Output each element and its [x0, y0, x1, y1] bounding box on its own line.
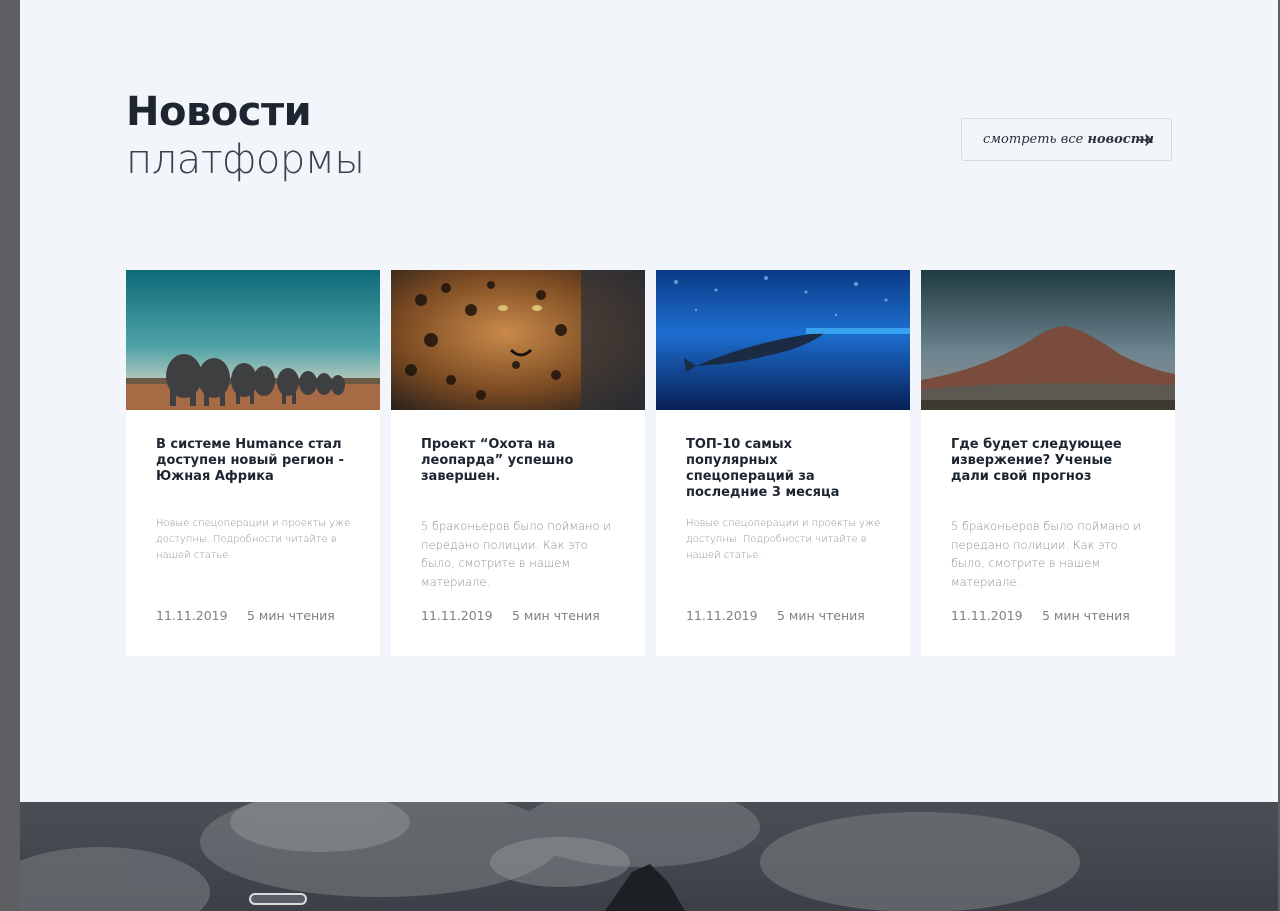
card-title: Проект “Охота на леопарда” успешно завер…	[421, 437, 574, 484]
hero-section	[20, 802, 1278, 911]
news-card[interactable]: Где будет следующее извержение? Ученые д…	[921, 270, 1175, 656]
news-section: Новости платформы смотреть все новости В…	[20, 0, 1278, 802]
view-all-prefix: смотреть все	[983, 132, 1088, 147]
news-card[interactable]: В системе Humance стал доступен новый ре…	[126, 270, 380, 656]
elephants-image	[126, 270, 380, 410]
news-card[interactable]: ТОП-10 самых популярных спецопераций за …	[656, 270, 910, 656]
card-date: 11.11.2019	[686, 608, 758, 623]
card-description: 5 браконьеров было поймано и передано по…	[951, 519, 1141, 589]
card-meta: 11.11.2019 5 мин чтения	[951, 608, 1130, 623]
card-meta: 11.11.2019 5 мин чтения	[156, 608, 335, 623]
card-date: 11.11.2019	[421, 608, 493, 623]
card-description: Новые спецоперации и проекты уже доступн…	[156, 518, 351, 561]
card-title: Где будет следующее извержение? Ученые д…	[951, 437, 1122, 484]
card-title: ТОП-10 самых популярных спецопераций за …	[686, 437, 840, 500]
view-all-news-button[interactable]: смотреть все новости	[961, 118, 1172, 161]
news-card[interactable]: Проект “Охота на леопарда” успешно завер…	[391, 270, 645, 656]
card-meta: 11.11.2019 5 мин чтения	[421, 608, 600, 623]
card-description: 5 браконьеров было поймано и передано по…	[421, 519, 611, 589]
leopard-image	[391, 270, 645, 410]
card-read-time: 5 мин чтения	[247, 608, 335, 623]
card-description: Новые спецоперации и проекты уже доступн…	[686, 518, 881, 561]
card-date: 11.11.2019	[156, 608, 228, 623]
clouds-mountain-image	[20, 802, 1080, 911]
card-title: В системе Humance стал доступен новый ре…	[156, 437, 344, 484]
card-read-time: 5 мин чтения	[1042, 608, 1130, 623]
card-meta: 11.11.2019 5 мин чтения	[686, 608, 865, 623]
whale-shark-image	[656, 270, 910, 410]
news-cards: В системе Humance стал доступен новый ре…	[126, 270, 1175, 656]
card-read-time: 5 мин чтения	[512, 608, 600, 623]
volcano-image	[921, 270, 1175, 410]
slider-indicator[interactable]	[249, 893, 307, 905]
view-all-label: смотреть все новости	[983, 132, 1154, 147]
page-frame: Новости платформы смотреть все новости В…	[20, 0, 1278, 911]
card-date: 11.11.2019	[951, 608, 1023, 623]
arrow-right-icon	[1137, 134, 1152, 146]
heading-title-bold: Новости	[126, 89, 312, 135]
card-read-time: 5 мин чтения	[777, 608, 865, 623]
heading-title-light: платформы	[126, 137, 365, 183]
section-heading: Новости платформы	[126, 88, 365, 184]
